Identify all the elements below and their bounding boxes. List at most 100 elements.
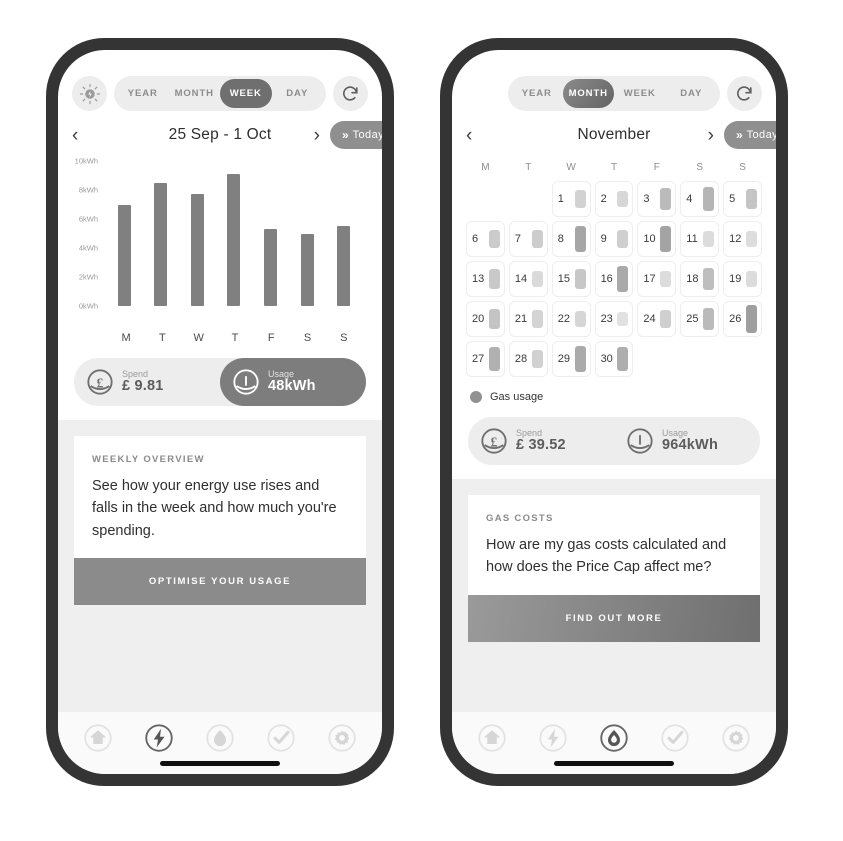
calendar-day-number: 24: [643, 313, 656, 325]
calendar-day-cell[interactable]: 30: [594, 341, 634, 377]
segment-week[interactable]: WEEK: [220, 79, 272, 108]
calendar-day-cell[interactable]: 5: [723, 181, 762, 217]
calendar-day-cell[interactable]: 12: [723, 221, 762, 257]
nav-electricity-icon[interactable]: [534, 719, 572, 757]
chart-bar[interactable]: [117, 204, 131, 306]
spend-pill[interactable]: £ Spend £ 9.81: [74, 358, 220, 406]
screen: YEAR MONTH WEEK DAY ‹ November › » Today…: [452, 50, 776, 774]
calendar-day-cell[interactable]: 8: [551, 221, 591, 257]
nav-gas-icon[interactable]: [595, 719, 633, 757]
calendar-day-cell[interactable]: 3: [637, 181, 677, 217]
nav-settings-icon[interactable]: [717, 719, 755, 757]
refresh-icon[interactable]: [333, 76, 368, 111]
chevron-right-icon[interactable]: ›: [694, 126, 724, 145]
period-segmented-control[interactable]: YEAR MONTH WEEK DAY: [508, 76, 720, 111]
calendar-day-number: 6: [472, 233, 479, 245]
chart-bar-column[interactable]: [190, 161, 204, 306]
chart-bar[interactable]: [190, 194, 204, 306]
calendar-day-cell[interactable]: 2: [594, 181, 634, 217]
chart-bar[interactable]: [154, 182, 168, 306]
chart-x-tick: M: [121, 332, 131, 344]
card-text: How are my gas costs calculated and how …: [486, 537, 727, 576]
calendar-day-cell[interactable]: 26: [723, 301, 762, 337]
usage-pill[interactable]: Usage 964kWh: [614, 417, 760, 465]
calendar-week-row: 27 28 29 30: [466, 341, 762, 377]
nav-home-icon[interactable]: [473, 719, 511, 757]
calendar-day-number: 5: [729, 193, 736, 205]
nav-check-icon[interactable]: [262, 719, 300, 757]
nav-electricity-icon[interactable]: [140, 719, 178, 757]
calendar-day-cell[interactable]: 18: [680, 261, 720, 297]
calendar-day-cell[interactable]: 29: [551, 341, 591, 377]
calendar-day-usage-bar: [488, 229, 500, 249]
calendar-day-usage-bar: [488, 308, 500, 330]
calendar-day-cell[interactable]: 7: [508, 221, 548, 257]
nav-settings-icon[interactable]: [323, 719, 361, 757]
segment-day[interactable]: DAY: [272, 79, 324, 108]
calendar-day-cell[interactable]: 20: [466, 301, 505, 337]
calendar-day-cell[interactable]: 21: [508, 301, 548, 337]
today-button[interactable]: » Today: [329, 121, 382, 149]
chart-bar-column[interactable]: [337, 161, 351, 306]
spend-usage-toggle: £ Spend £ 39.52 Usage 964kWh: [452, 403, 776, 465]
card-text: See how your energy use rises and falls …: [92, 478, 337, 539]
chevron-left-icon[interactable]: ‹: [58, 126, 92, 145]
chart-y-tick: 4kWh: [78, 243, 98, 253]
calendar-day-cell[interactable]: 11: [680, 221, 720, 257]
chart-bar[interactable]: [264, 229, 278, 306]
calendar-day-cell[interactable]: 10: [637, 221, 677, 257]
spend-pill[interactable]: £ Spend £ 39.52: [468, 417, 614, 465]
home-indicator: [554, 761, 674, 766]
chart-bar-column[interactable]: [154, 161, 168, 306]
today-button[interactable]: » Today: [723, 121, 776, 149]
nav-check-icon[interactable]: [656, 719, 694, 757]
usage-bar-chart: 0kWh 2kWh 4kWh 6kWh 8kWh 10kWh M T W T F S S: [58, 157, 382, 344]
calendar-day-cell[interactable]: 4: [680, 181, 720, 217]
calendar-day-number: 2: [600, 193, 607, 205]
calendar-day-cell[interactable]: 16: [594, 261, 634, 297]
calendar-day-cell[interactable]: 27: [466, 341, 505, 377]
usage-pill[interactable]: Usage 48kWh: [220, 358, 366, 406]
nav-gas-icon[interactable]: [201, 719, 239, 757]
find-out-more-button[interactable]: FIND OUT MORE: [468, 594, 760, 642]
calendar-day-cell[interactable]: 19: [723, 261, 762, 297]
calendar-day-number: 23: [600, 313, 613, 325]
chevron-left-icon[interactable]: ‹: [452, 126, 486, 145]
chart-bar-column[interactable]: [227, 161, 241, 306]
calendar-day-cell[interactable]: 1: [551, 181, 591, 217]
chart-bar[interactable]: [300, 233, 314, 306]
calendar-day-cell[interactable]: 13: [466, 261, 505, 297]
segment-day[interactable]: DAY: [666, 79, 718, 108]
calendar-day-cell[interactable]: 24: [637, 301, 677, 337]
calendar-day-cell[interactable]: 23: [594, 301, 634, 337]
calendar-day-number: 17: [643, 273, 656, 285]
calendar-day-cell[interactable]: 25: [680, 301, 720, 337]
phone-gas-month: YEAR MONTH WEEK DAY ‹ November › » Today…: [440, 38, 788, 786]
optimise-usage-button[interactable]: OPTIMISE YOUR USAGE: [74, 558, 366, 606]
segment-month[interactable]: MONTH: [562, 79, 614, 108]
segment-week[interactable]: WEEK: [614, 79, 666, 108]
calendar-day-cell[interactable]: 28: [508, 341, 548, 377]
calendar-day-usage-bar: [531, 229, 543, 249]
chart-bar-column[interactable]: [264, 161, 278, 306]
chart-bar[interactable]: [227, 174, 241, 306]
date-navigation-row: ‹ November › » Today: [452, 111, 776, 157]
chart-bar-column[interactable]: [300, 161, 314, 306]
period-segmented-control[interactable]: YEAR MONTH WEEK DAY: [114, 76, 326, 111]
segment-month[interactable]: MONTH: [169, 79, 221, 108]
calendar-day-number: 4: [686, 193, 693, 205]
nav-home-icon[interactable]: [79, 719, 117, 757]
chart-bar[interactable]: [337, 226, 351, 306]
home-indicator: [160, 761, 280, 766]
refresh-icon[interactable]: [727, 76, 762, 111]
calendar-day-cell[interactable]: 15: [551, 261, 591, 297]
chevron-right-icon[interactable]: ›: [300, 126, 330, 145]
calendar-day-cell[interactable]: 6: [466, 221, 505, 257]
calendar-day-cell[interactable]: 14: [508, 261, 548, 297]
chart-bar-column[interactable]: [117, 161, 131, 306]
segment-year[interactable]: YEAR: [511, 79, 563, 108]
calendar-day-cell[interactable]: 17: [637, 261, 677, 297]
calendar-day-cell[interactable]: 22: [551, 301, 591, 337]
segment-year[interactable]: YEAR: [117, 79, 169, 108]
calendar-day-cell[interactable]: 9: [594, 221, 634, 257]
